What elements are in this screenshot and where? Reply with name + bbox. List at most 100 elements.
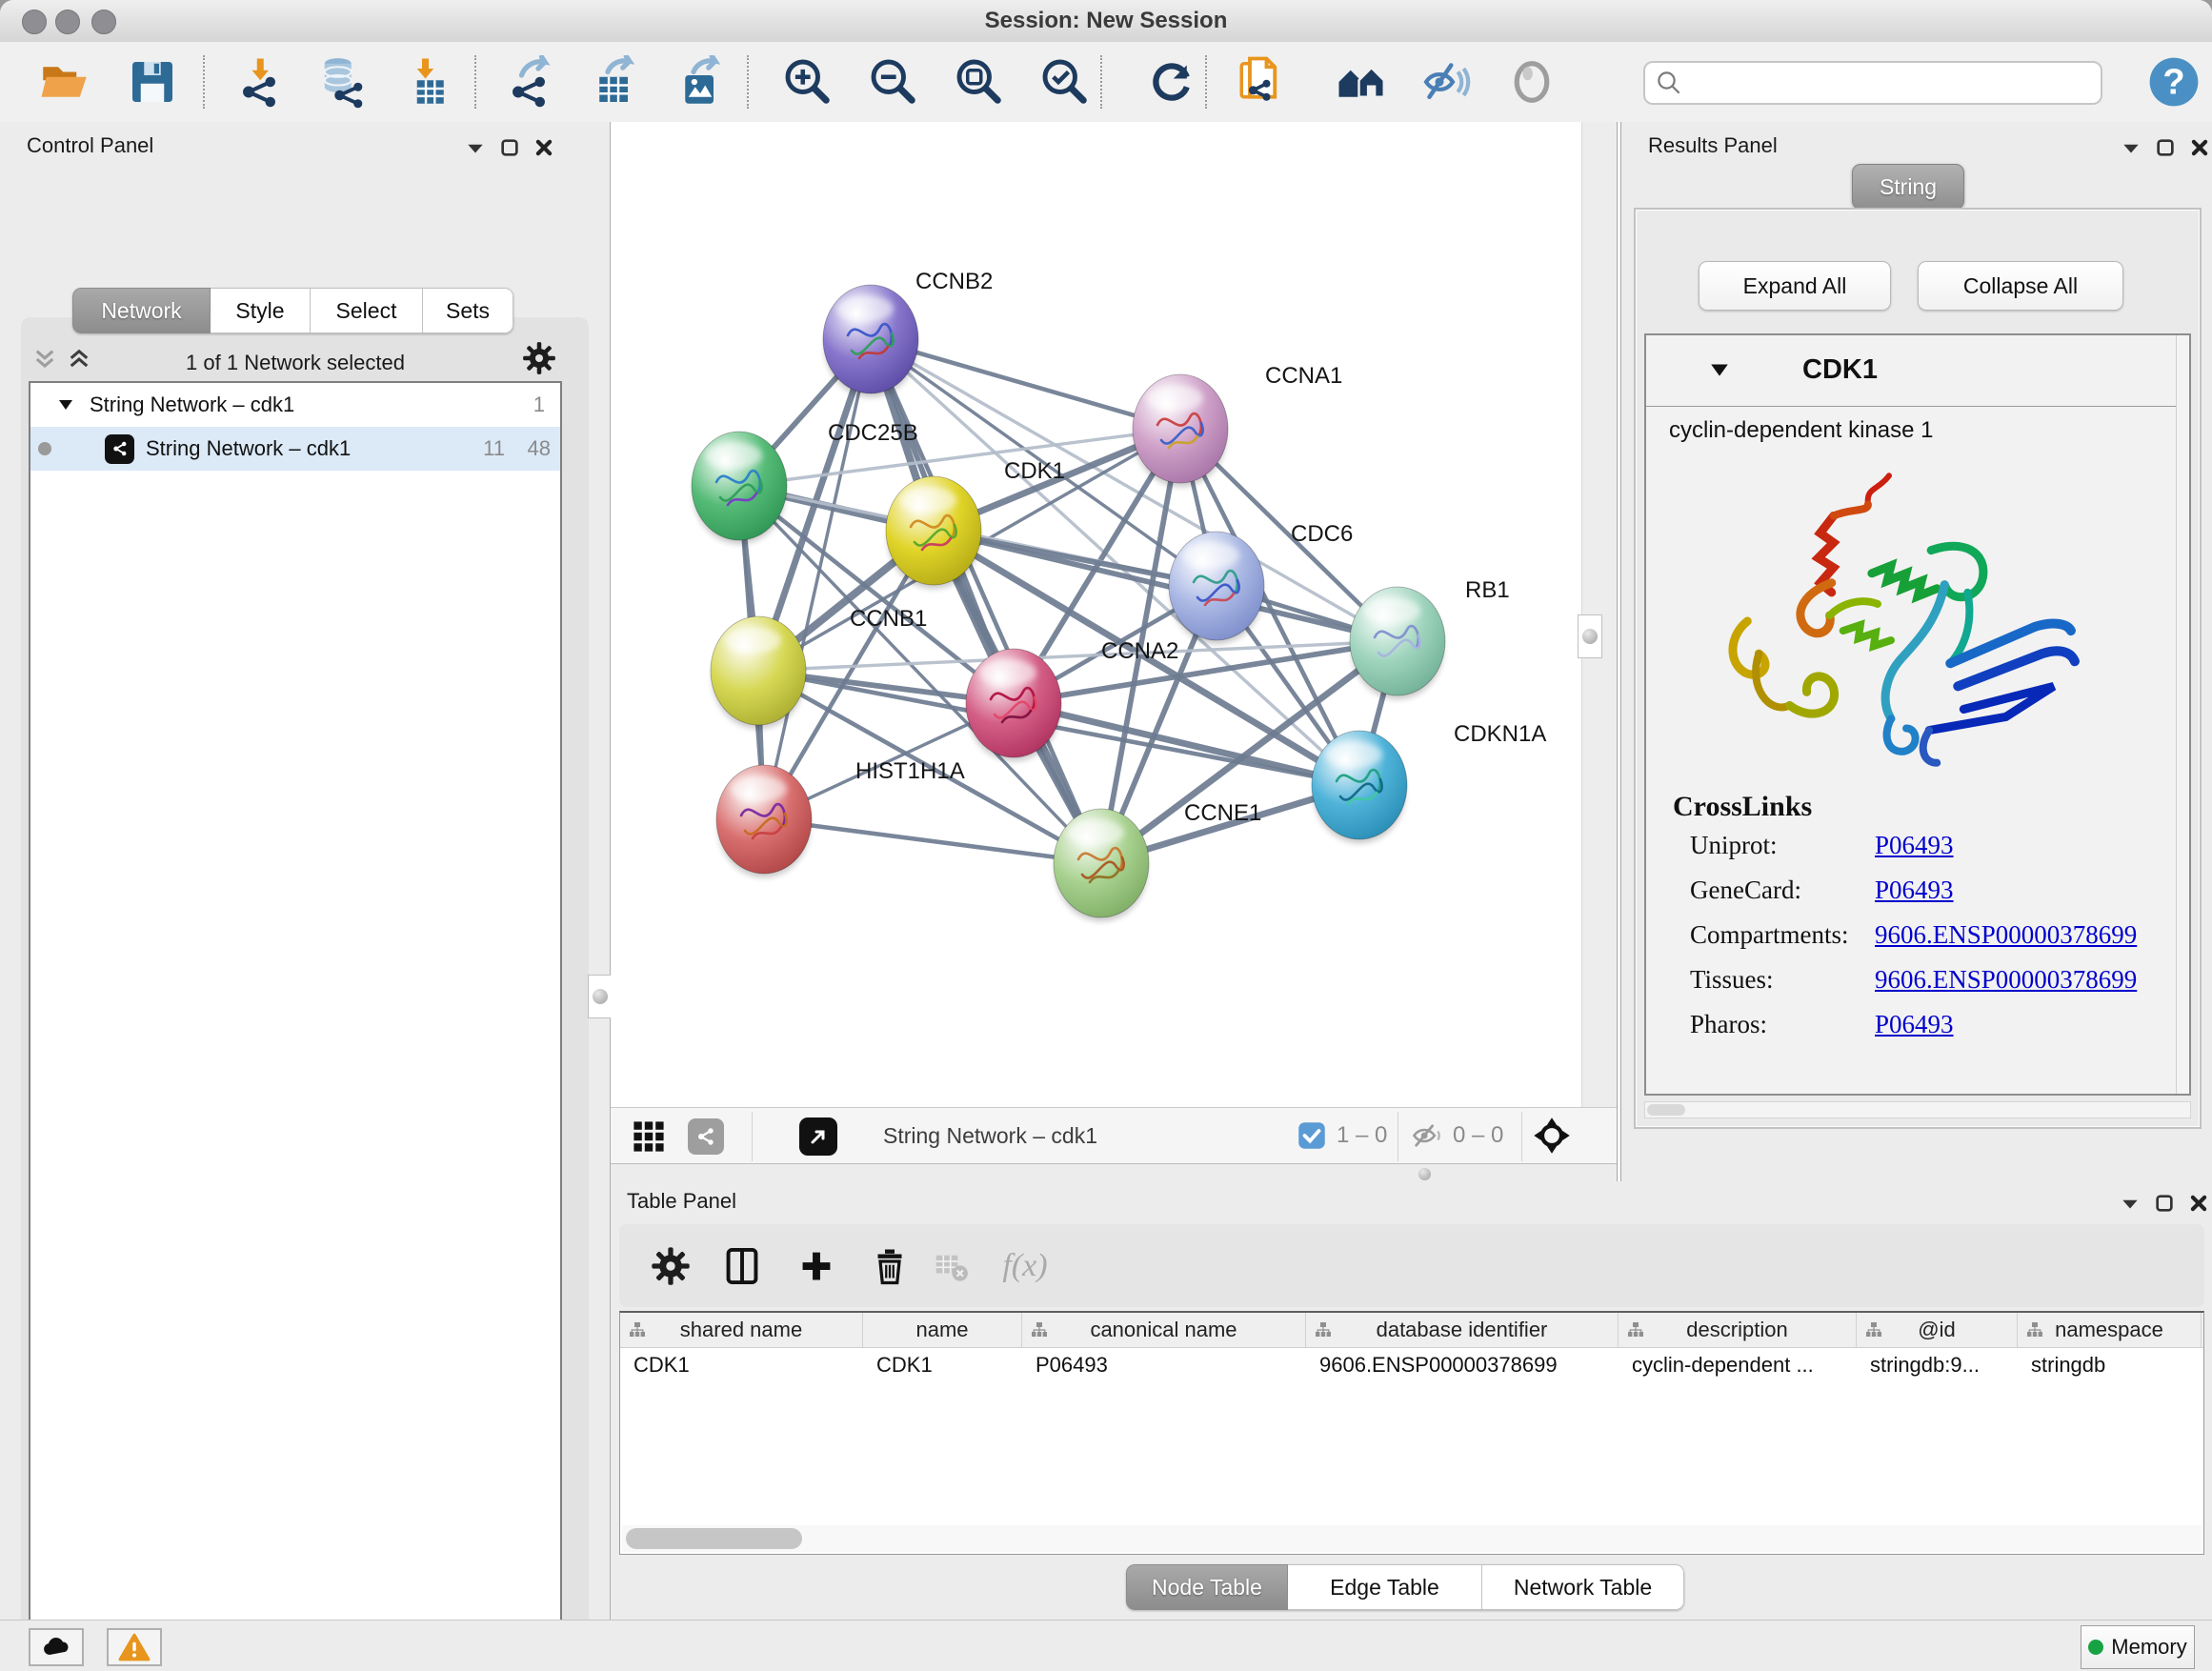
birdseye-grid-button[interactable] bbox=[628, 1116, 670, 1158]
network-node-HIST1H1A[interactable] bbox=[716, 765, 812, 877]
panel-minimize-icon[interactable] bbox=[2121, 140, 2142, 155]
panel-float-icon[interactable] bbox=[2154, 1193, 2175, 1214]
column-header-shared-name[interactable]: shared name bbox=[620, 1313, 863, 1347]
delete-column-button[interactable] bbox=[863, 1239, 916, 1293]
hide-glasses-button[interactable] bbox=[1416, 51, 1477, 112]
network-node-CCNA2[interactable] bbox=[966, 649, 1061, 761]
table-horizontal-scrollbar[interactable] bbox=[622, 1525, 2202, 1552]
collapse-all-button[interactable]: Collapse All bbox=[1918, 261, 2123, 311]
right-splitter-handle[interactable] bbox=[1578, 614, 1602, 658]
column-header-@id[interactable]: @id bbox=[1857, 1313, 2018, 1347]
cdk1-section-header[interactable]: CDK1 bbox=[1646, 335, 2189, 407]
panel-float-icon[interactable] bbox=[499, 137, 520, 158]
network-edge-HIST1H1A-CCNE1[interactable] bbox=[764, 819, 1101, 863]
tab-select[interactable]: Select bbox=[311, 288, 423, 333]
crosslink-link[interactable]: P06493 bbox=[1875, 876, 1954, 905]
help-button[interactable]: ? bbox=[2143, 51, 2204, 112]
create-column-button[interactable] bbox=[790, 1239, 843, 1293]
tab-network-table[interactable]: Network Table bbox=[1482, 1564, 1684, 1610]
selected-checkbox-icon[interactable] bbox=[1297, 1121, 1326, 1150]
panel-close-icon[interactable] bbox=[2188, 1193, 2209, 1214]
open-in-window-button[interactable] bbox=[797, 1116, 839, 1158]
tree-expander-icon[interactable] bbox=[57, 398, 74, 412]
table-settings-button[interactable] bbox=[644, 1239, 697, 1293]
column-header-database-identifier[interactable]: database identifier bbox=[1306, 1313, 1619, 1347]
search-input[interactable] bbox=[1683, 70, 2101, 96]
results-horizontal-scrollbar[interactable] bbox=[1644, 1101, 2191, 1118]
expand-all-nets-icon[interactable] bbox=[32, 349, 57, 370]
panel-minimize-icon[interactable] bbox=[2120, 1196, 2141, 1211]
crosslink-link[interactable]: 9606.ENSP00000378699 bbox=[1875, 965, 2137, 995]
function-builder-button[interactable]: f(x) bbox=[998, 1239, 1052, 1293]
fit-content-crosshair-icon[interactable] bbox=[1533, 1117, 1571, 1155]
network-node-CCNA1[interactable] bbox=[1133, 374, 1228, 487]
delete-table-button[interactable] bbox=[925, 1239, 978, 1293]
refresh-button[interactable] bbox=[1141, 51, 1202, 112]
tab-edge-table[interactable]: Edge Table bbox=[1288, 1564, 1482, 1610]
network-collection-row[interactable]: String Network – cdk1 1 bbox=[30, 383, 560, 427]
app-window: Session: New Session bbox=[0, 0, 2212, 1671]
network-node-CDK1[interactable] bbox=[886, 476, 981, 589]
crosslink-link[interactable]: 9606.ENSP00000378699 bbox=[1875, 920, 2137, 950]
network-edge-CDK1-RB1[interactable] bbox=[934, 531, 1398, 641]
splitter-dot[interactable] bbox=[1418, 1168, 1431, 1180]
crosslinks-block: CrossLinks Uniprot:P06493GeneCard:P06493… bbox=[1673, 791, 2137, 1047]
table-row[interactable]: CDK1CDK1P064939606.ENSP00000378699cyclin… bbox=[620, 1348, 2203, 1382]
zoom-selected-button[interactable] bbox=[1035, 51, 1096, 112]
export-network-button[interactable] bbox=[501, 51, 562, 112]
cloud-status-button[interactable] bbox=[29, 1628, 84, 1666]
scrollbar-thumb[interactable] bbox=[626, 1528, 802, 1549]
results-tab-string[interactable]: String bbox=[1852, 164, 1964, 210]
tab-style[interactable]: Style bbox=[211, 288, 311, 333]
open-session-button[interactable] bbox=[34, 51, 95, 112]
network-node-CCNB1[interactable] bbox=[711, 616, 806, 729]
horizontal-splitter[interactable] bbox=[611, 1164, 1617, 1181]
network-canvas[interactable]: CCNB2CCNA1CDC25BCDK1CDC6RB1CCNB1CCNA2CDK… bbox=[611, 122, 1581, 1107]
tab-network[interactable]: Network bbox=[72, 288, 211, 333]
crosslink-link[interactable]: P06493 bbox=[1875, 1010, 1954, 1039]
warning-status-button[interactable] bbox=[107, 1628, 162, 1666]
collapse-all-nets-icon[interactable] bbox=[67, 349, 91, 370]
panel-close-icon[interactable] bbox=[2189, 137, 2210, 158]
import-table-button[interactable] bbox=[398, 51, 459, 112]
show-columns-button[interactable] bbox=[715, 1239, 769, 1293]
column-header-canonical-name[interactable]: canonical name bbox=[1022, 1313, 1306, 1347]
panel-close-icon[interactable] bbox=[533, 137, 554, 158]
results-vertical-scrollbar[interactable] bbox=[2176, 335, 2189, 1094]
column-header-namespace[interactable]: namespace bbox=[2018, 1313, 2202, 1347]
zoom-fit-button[interactable] bbox=[949, 51, 1010, 112]
network-edge-CCNB2-CCNE1[interactable] bbox=[871, 339, 1101, 863]
clone-network-button[interactable] bbox=[1233, 51, 1294, 112]
export-image-button[interactable] bbox=[670, 51, 731, 112]
import-network-database-button[interactable] bbox=[312, 51, 373, 112]
show-eye-button[interactable] bbox=[1501, 51, 1562, 112]
network-node-CDKN1A[interactable] bbox=[1312, 731, 1407, 843]
zoom-out-button[interactable] bbox=[863, 51, 924, 112]
search-field[interactable] bbox=[1643, 61, 2102, 105]
crosslink-link[interactable]: P06493 bbox=[1875, 831, 1954, 860]
network-node-CDC6[interactable] bbox=[1169, 532, 1264, 644]
memory-button[interactable]: Memory bbox=[2081, 1625, 2195, 1669]
network-options-gear-icon[interactable] bbox=[522, 341, 556, 375]
network-node-CDC25B[interactable] bbox=[692, 432, 787, 544]
network-node-RB1[interactable] bbox=[1350, 587, 1445, 699]
column-header-name[interactable]: name bbox=[863, 1313, 1022, 1347]
column-header-description[interactable]: description bbox=[1619, 1313, 1857, 1347]
left-splitter-handle[interactable] bbox=[588, 975, 613, 1018]
network-node-CCNB2[interactable] bbox=[823, 285, 918, 397]
tab-node-table[interactable]: Node Table bbox=[1126, 1564, 1288, 1610]
expand-all-button[interactable]: Expand All bbox=[1699, 261, 1891, 311]
export-table-button[interactable] bbox=[584, 51, 645, 112]
home-button[interactable] bbox=[1332, 51, 1393, 112]
section-expander-icon[interactable] bbox=[1709, 362, 1730, 377]
save-session-button[interactable] bbox=[122, 51, 183, 112]
network-row-selected[interactable]: String Network – cdk1 11 48 bbox=[30, 427, 560, 471]
panel-float-icon[interactable] bbox=[2155, 137, 2176, 158]
string-style-button[interactable] bbox=[685, 1116, 727, 1158]
zoom-in-button[interactable] bbox=[777, 51, 838, 112]
import-network-file-button[interactable] bbox=[231, 51, 292, 112]
network-node-CCNE1[interactable] bbox=[1054, 809, 1149, 921]
panel-minimize-icon[interactable] bbox=[465, 140, 486, 155]
tab-sets[interactable]: Sets bbox=[423, 288, 513, 333]
collection-count: 1 bbox=[533, 393, 545, 417]
